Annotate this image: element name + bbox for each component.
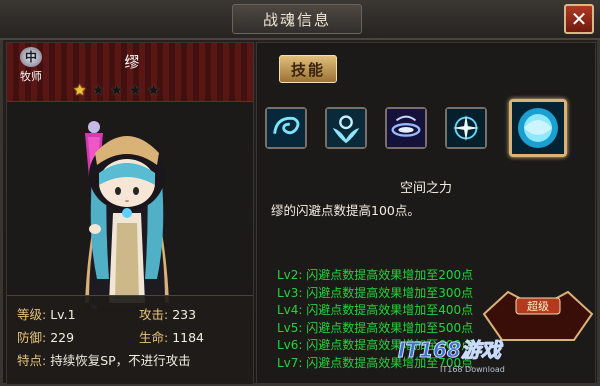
star-empty-icon: ★: [146, 81, 161, 99]
star-empty-icon: ★: [109, 81, 124, 99]
character-portrait: [81, 121, 173, 313]
star-filled-icon: ★: [73, 81, 87, 99]
defense-stat: 防御: 229: [17, 330, 75, 345]
vortex-skill-icon[interactable]: [385, 107, 427, 149]
close-button[interactable]: ✕: [564, 4, 594, 34]
level-line: Lv3: 闪避点数提高效果增加至300点: [277, 285, 474, 300]
level-line: Lv4: 闪避点数提高效果增加至400点: [277, 303, 474, 317]
character-name: 缪: [124, 53, 140, 71]
star-empty-icon: ★: [128, 81, 142, 99]
spark-skill-icon[interactable]: [445, 107, 487, 149]
skill-name: 空间之力: [399, 181, 452, 196]
hp-stat: 生命: 1184: [139, 330, 205, 345]
level-line: Lv2: 闪避点数提高效果增加至200点: [277, 268, 474, 282]
angel-wings-skill-icon[interactable]: [325, 107, 367, 149]
level-stat: 等级: Lv.1: [17, 307, 76, 322]
attack-stat: 攻击: 233: [139, 307, 197, 322]
character-panel: 中 牧师 缪 ★ ★ ★ ★ ★ 等级: Lv.1 攻击: 233 防御: 22…: [6, 42, 254, 384]
window-title: 战魂信息: [232, 4, 362, 34]
class-label: 牧师: [20, 70, 42, 83]
skill-description: 缪的闪避点数提高100点。: [271, 203, 420, 218]
class-emblem-icon: 中: [20, 47, 42, 67]
tab-skills[interactable]: 技能: [279, 55, 337, 83]
character-stats: 等级: Lv.1 攻击: 233 防御: 229 生命: 1184 特点: 持续…: [7, 295, 253, 384]
watermark-badge: 超级: [527, 299, 549, 313]
watermark-subtext: IT168 Download: [440, 365, 505, 374]
water-orb-skill-icon[interactable]: [509, 99, 567, 157]
star-rating: ★ ★ ★ ★ ★: [73, 81, 160, 99]
title-bar: 战魂信息 ✕: [0, 0, 600, 40]
class-badge: 中 牧师: [11, 47, 51, 83]
swirl-skill-icon[interactable]: [265, 107, 307, 149]
trait-stat: 特点: 持续恢复SP，不进行攻击: [17, 353, 191, 368]
star-empty-icon: ★: [91, 81, 105, 99]
character-name-band: 中 牧师 缪 ★ ★ ★ ★ ★: [7, 43, 253, 102]
watermark-site: IT168游戏: [398, 338, 502, 363]
